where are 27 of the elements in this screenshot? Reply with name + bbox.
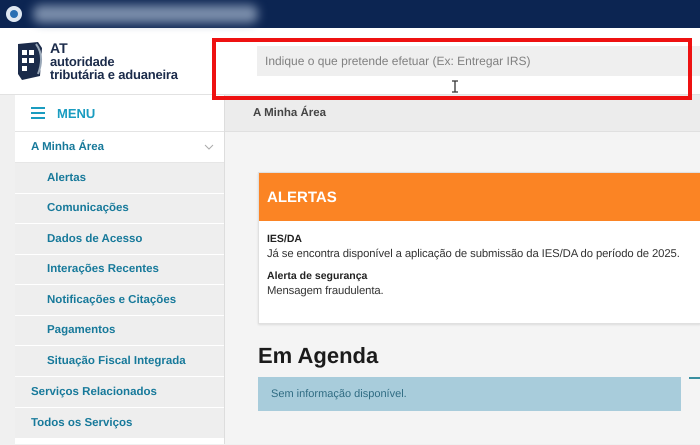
menu-label[interactable]: MENU bbox=[57, 106, 96, 120]
circle-logo-icon bbox=[5, 5, 23, 23]
sidebar-item[interactable]: Serviços Relacionados bbox=[15, 376, 224, 408]
search-field[interactable]: Indique o que pretende efetuar (Ex: Entregar IRS) bbox=[257, 46, 700, 76]
alert-text: Já se encontra disponível a aplicação de submissão da IES/DA do período de 2025. bbox=[267, 248, 681, 260]
section-heading: Em Agenda bbox=[258, 343, 380, 369]
sidebar-subitem[interactable]: Interações Recentes bbox=[15, 254, 224, 285]
chevron-down-icon[interactable] bbox=[204, 144, 214, 150]
sidebar-subitem[interactable]: Pagamentos bbox=[15, 316, 224, 346]
sidebar-subitem[interactable]: Alertas bbox=[15, 163, 224, 194]
sidebar-subitem[interactable]: Notificações e Citações bbox=[15, 285, 224, 316]
alert-title: IES/DA bbox=[267, 233, 304, 245]
breadcrumb[interactable]: A Minha Área bbox=[253, 107, 326, 119]
sidebar-subitem[interactable]: Situação Fiscal Integrada bbox=[15, 346, 224, 376]
alerts-header: ALERTAS bbox=[259, 173, 700, 221]
logo-abbreviation: AT bbox=[50, 42, 69, 54]
sidebar-subitem[interactable]: Dados de Acesso bbox=[15, 224, 224, 254]
alert-title: Alerta de segurança bbox=[267, 270, 368, 282]
edge-mark bbox=[689, 377, 700, 379]
text-cursor-icon bbox=[451, 80, 459, 93]
alert-text: Mensagem fraudulenta. bbox=[267, 285, 385, 297]
sidebar-item[interactable]: Todos os Serviços bbox=[15, 408, 224, 438]
menu-icon[interactable] bbox=[31, 107, 45, 119]
sidebar-subitem[interactable]: Comunicações bbox=[15, 194, 224, 224]
logo-text: tributária e aduaneira bbox=[50, 68, 178, 80]
logo-text: autoridade bbox=[50, 54, 116, 68]
info-message: Sem informação disponível. bbox=[258, 377, 681, 411]
